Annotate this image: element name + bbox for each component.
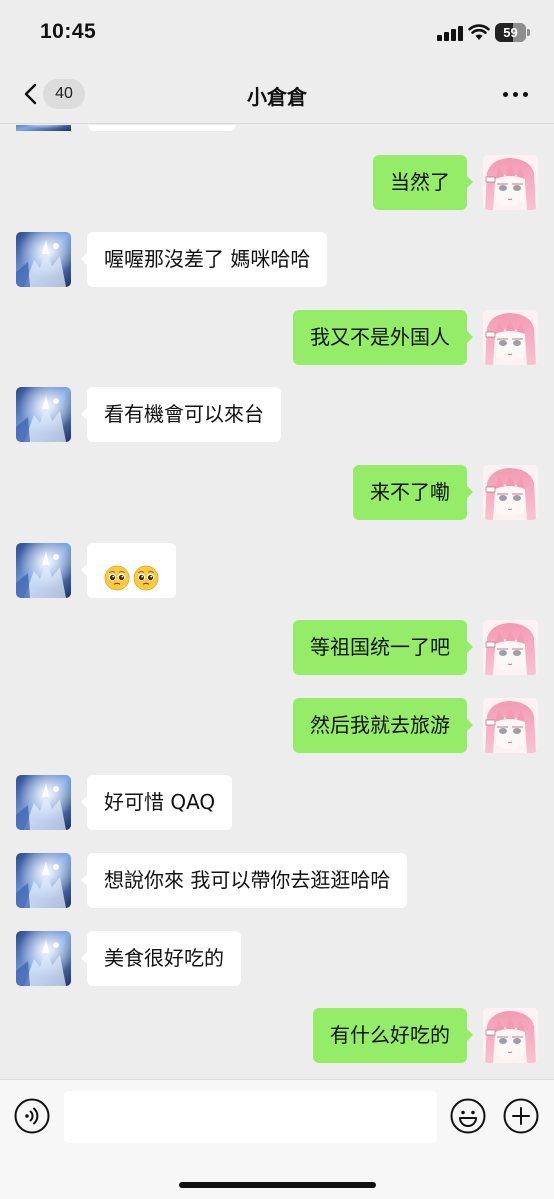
status-bar: 10:45 59 xyxy=(0,0,554,64)
message-bubble[interactable]: 好可惜 QAQ xyxy=(80,775,233,830)
avatar-self[interactable] xyxy=(483,1008,538,1063)
avatar-contact[interactable] xyxy=(16,543,71,598)
message-received: 好可惜 QAQ xyxy=(0,775,554,831)
avatar-contact[interactable] xyxy=(16,387,71,442)
avatar-contact[interactable] xyxy=(16,232,71,287)
chat-title: 小倉倉 xyxy=(247,85,307,109)
message-text: 等祖国统一了吧 xyxy=(310,635,450,659)
message-text: 好可惜 QAQ xyxy=(104,790,216,814)
message-text: 美食很好吃的 xyxy=(104,946,224,970)
message-bubble[interactable]: 想說你來 我可以帶你去逛逛哈哈 xyxy=(80,853,408,908)
pleading-face-emoji-icon xyxy=(133,557,159,590)
message-bubble[interactable]: 然后我就去旅游 xyxy=(293,698,473,753)
emoji-icon[interactable] xyxy=(449,1097,487,1135)
message-bubble-partial[interactable] xyxy=(88,125,236,131)
battery-level: 59 xyxy=(503,25,518,40)
input-bar xyxy=(0,1079,554,1199)
message-bubble[interactable]: 来不了嘞 xyxy=(353,465,473,520)
message-input[interactable] xyxy=(64,1091,437,1143)
message-bubble[interactable]: 等祖国统一了吧 xyxy=(293,620,473,675)
chat-messages[interactable]: 当然了喔喔那沒差了 媽咪哈哈我又不是外国人看有機會可以來台来不了嘞等祖国统一了吧… xyxy=(0,125,554,1079)
avatar-contact[interactable] xyxy=(16,853,71,908)
message-bubble[interactable]: 当然了 xyxy=(373,155,473,210)
plus-icon[interactable] xyxy=(502,1097,540,1135)
message-sent: 我又不是外国人 xyxy=(0,310,554,366)
message-sent: 然后我就去旅游 xyxy=(0,698,554,754)
cellular-signal-icon xyxy=(437,25,463,41)
message-sent: 等祖国统一了吧 xyxy=(0,620,554,676)
message-received: 看有機會可以來台 xyxy=(0,387,554,443)
message-sent: 来不了嘞 xyxy=(0,465,554,521)
message-text: 来不了嘞 xyxy=(370,480,450,504)
message-text: 喔喔那沒差了 媽咪哈哈 xyxy=(104,247,311,271)
avatar-contact[interactable] xyxy=(16,931,71,986)
message-received xyxy=(0,543,554,599)
battery-icon: 59 xyxy=(495,23,526,42)
message-bubble[interactable] xyxy=(81,543,176,598)
wifi-icon xyxy=(468,24,490,40)
message-bubble[interactable]: 我又不是外国人 xyxy=(293,310,473,365)
avatar-self[interactable] xyxy=(483,310,538,365)
status-time: 10:45 xyxy=(40,20,97,43)
avatar-self[interactable] xyxy=(483,620,538,675)
message-received: 美食很好吃的 xyxy=(0,931,554,987)
avatar-self[interactable] xyxy=(483,698,538,753)
message-text: 然后我就去旅游 xyxy=(310,713,450,737)
message-bubble[interactable]: 喔喔那沒差了 媽咪哈哈 xyxy=(80,232,328,287)
avatar-contact[interactable] xyxy=(16,775,71,830)
message-sent: 当然了 xyxy=(0,155,554,211)
pleading-face-emoji-icon xyxy=(104,557,130,590)
message-text: 当然了 xyxy=(390,170,450,194)
message-received: 想說你來 我可以帶你去逛逛哈哈 xyxy=(0,853,554,909)
message-bubble[interactable]: 看有機會可以來台 xyxy=(81,387,281,442)
avatar-contact[interactable] xyxy=(16,125,71,131)
message-received: 喔喔那沒差了 媽咪哈哈 xyxy=(0,232,554,288)
chat-header: 40 小倉倉 xyxy=(0,64,554,124)
message-text: 看有機會可以來台 xyxy=(104,402,264,426)
voice-icon[interactable] xyxy=(13,1097,51,1135)
more-options-button[interactable] xyxy=(500,86,532,102)
home-indicator[interactable] xyxy=(179,1182,376,1188)
message-text: 有什么好吃的 xyxy=(330,1023,450,1047)
avatar-self[interactable] xyxy=(483,155,538,210)
message-text: 我又不是外国人 xyxy=(310,325,450,349)
message-bubble[interactable]: 有什么好吃的 xyxy=(313,1008,473,1063)
message-text: 想說你來 我可以帶你去逛逛哈哈 xyxy=(104,868,391,892)
message-bubble[interactable]: 美食很好吃的 xyxy=(81,931,241,986)
message-sent: 有什么好吃的 xyxy=(0,1008,554,1064)
avatar-self[interactable] xyxy=(483,465,538,520)
